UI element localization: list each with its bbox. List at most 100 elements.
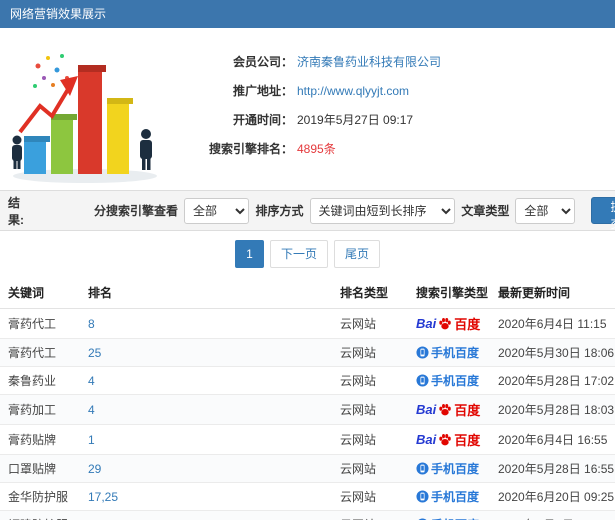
baidu-logo: Bai 百度 <box>416 400 480 419</box>
keyword-cell: 秦鲁药业 <box>0 366 80 395</box>
rank-type-cell: 云网站 <box>332 510 408 520</box>
mobile-baidu-label: 手机百度 <box>431 516 479 520</box>
rank-cell: 25 <box>80 338 332 367</box>
rank-cell: 4 <box>80 394 332 425</box>
keyword-cell: 金华防护服 <box>0 482 80 511</box>
rank-link[interactable]: 8 <box>88 317 95 331</box>
sort-filter-select[interactable]: 关键词由短到长排序 <box>309 197 456 224</box>
rank-cell: 1 <box>80 424 332 455</box>
keyword-cell: 福建防护服 <box>0 510 80 520</box>
member-info: 会员公司： 济南秦鲁药业科技有限公司 推广地址： http://www.qlyy… <box>185 28 615 164</box>
engine-cell: Bai 百度 手机百度 <box>408 510 490 520</box>
mobile-baidu-logo: 手机百度 <box>416 460 479 477</box>
col-rank-type: 排名类型 <box>332 277 408 309</box>
engine-filter-label: 分搜索引擎查看 <box>93 204 178 218</box>
page-current[interactable]: 1 <box>234 240 264 268</box>
submit-button[interactable]: 提交 <box>591 197 615 231</box>
updated-cell: 2020年6月4日 11:15 <box>490 308 615 339</box>
table-row: 膏药代工 25 云网站 Bai 百度 <box>0 338 615 367</box>
phone-icon <box>416 346 429 359</box>
table-row: 金华防护服 17,25 云网站 Bai 百度 <box>0 482 615 511</box>
page-title-bar: 网络营销效果展示 <box>0 0 615 28</box>
col-engine-type: 搜索引擎类型 <box>408 277 490 309</box>
table-row: 福建防护服 10 云网站 Bai 百度 <box>0 510 615 520</box>
mobile-baidu-logo: 手机百度 <box>416 516 479 520</box>
baidu-logo: Bai 百度 <box>416 430 480 449</box>
updated-cell: 2020年6月20日 09:25 <box>490 482 615 511</box>
company-label: 会员公司： <box>232 55 293 69</box>
info-row-url: 推广地址： http://www.qlyyjt.com <box>185 77 615 106</box>
mobile-baidu-label: 手机百度 <box>431 490 480 504</box>
engine-cell: Bai 百度 手机百度 <box>408 482 490 511</box>
article-filter-label: 文章类型 <box>461 204 510 218</box>
table-row: 秦鲁药业 4 云网站 Bai 百度 <box>0 366 615 395</box>
keyword-cell: 膏药代工 <box>0 308 80 339</box>
rank-cell: 17,25 <box>80 482 332 511</box>
table-row: 膏药加工 4 云网站 Bai 百度 2020年5月28日 18:03 <box>0 394 615 425</box>
mobile-baidu-logo: 手机百度 <box>416 344 479 361</box>
keyword-rank-table: 关键词 排名 排名类型 搜索引擎类型 最新更新时间 膏药代工 8 云网站 Bai… <box>0 277 615 520</box>
keyword-cell: 口罩贴牌 <box>0 454 80 483</box>
info-row-engine-rank: 搜索引擎排名： 4895条 <box>185 135 615 164</box>
keyword-cell: 膏药加工 <box>0 394 80 425</box>
rank-link[interactable]: 4 <box>88 374 95 388</box>
rank-type-cell: 云网站 <box>332 338 408 367</box>
engine-rank-count: 4895条 <box>297 142 336 156</box>
table-row: 膏药代工 8 云网站 Bai 百度 2020年6月4日 11:15 <box>0 308 615 339</box>
next-page-button[interactable]: 下一页 <box>269 240 328 268</box>
hero-section: 会员公司： 济南秦鲁药业科技有限公司 推广地址： http://www.qlyy… <box>0 28 615 190</box>
updated-cell: 2020年5月30日 18:06 <box>490 338 615 367</box>
mobile-baidu-label: 手机百度 <box>431 346 480 360</box>
promo-url-link[interactable]: http://www.qlyyjt.com <box>293 77 409 106</box>
table-header-row: 关键词 排名 排名类型 搜索引擎类型 最新更新时间 <box>0 277 615 309</box>
rank-cell: 8 <box>80 308 332 339</box>
table-row: 膏药贴牌 1 云网站 Bai 百度 2020年6月4日 16:55 <box>0 424 615 455</box>
result-label: 结果: <box>8 195 24 227</box>
phone-icon <box>416 462 429 475</box>
rank-link[interactable]: 1 <box>88 433 95 447</box>
page-title: 网络营销效果展示 <box>10 7 107 21</box>
baidu-cn-text: 百度 <box>454 433 481 448</box>
updated-cell: 2020年5月28日 17:02 <box>490 366 615 395</box>
rank-type-cell: 云网站 <box>332 366 408 395</box>
mobile-baidu-label: 手机百度 <box>431 462 480 476</box>
rank-cell: 4 <box>80 366 332 395</box>
article-filter-select[interactable]: 全部 <box>515 197 576 224</box>
baidu-cn-text: 百度 <box>454 403 481 418</box>
updated-cell: 2020年5月28日 16:55 <box>490 454 615 483</box>
bar-chart-clipart-icon <box>12 54 157 183</box>
company-link[interactable]: 济南秦鲁药业科技有限公司 <box>293 48 441 77</box>
engine-cell: Bai 百度 手机百度 <box>408 424 490 455</box>
open-time-value: 2019年5月27日 09:17 <box>297 113 414 127</box>
rank-link[interactable]: 4 <box>88 403 95 417</box>
keyword-cell: 膏药贴牌 <box>0 424 80 455</box>
col-keyword: 关键词 <box>0 277 80 309</box>
rank-type-cell: 云网站 <box>332 454 408 483</box>
baidu-logo: Bai 百度 <box>416 314 480 333</box>
keyword-cell: 膏药代工 <box>0 338 80 367</box>
col-rank: 排名 <box>80 277 332 309</box>
open-time-label: 开通时间： <box>232 113 293 127</box>
last-page-button[interactable]: 尾页 <box>334 240 381 268</box>
engine-cell: Bai 百度 手机百度 <box>408 366 490 395</box>
rank-link[interactable]: 17,25 <box>88 490 118 504</box>
info-row-open-time: 开通时间： 2019年5月27日 09:17 <box>185 106 615 135</box>
baidu-latin-text: Bai <box>416 316 437 331</box>
engine-filter-select[interactable]: 全部 <box>184 197 250 224</box>
filter-bar: 结果: 分搜索引擎查看 全部 排序方式 关键词由短到长排序 文章类型 全部 提交 <box>0 190 615 231</box>
baidu-cn-text: 百度 <box>454 317 481 332</box>
chart-illustration <box>0 28 185 188</box>
mobile-baidu-logo: 手机百度 <box>416 488 479 505</box>
rank-type-cell: 云网站 <box>332 482 408 511</box>
pagination: 1 下一页 尾页 <box>0 231 615 277</box>
info-row-company: 会员公司： 济南秦鲁药业科技有限公司 <box>185 48 615 77</box>
engine-cell: Bai 百度 手机百度 <box>408 454 490 483</box>
rank-type-cell: 云网站 <box>332 308 408 339</box>
rank-type-cell: 云网站 <box>332 394 408 425</box>
rank-type-cell: 云网站 <box>332 424 408 455</box>
rank-link[interactable]: 25 <box>88 346 101 360</box>
phone-icon <box>416 374 429 387</box>
rank-link[interactable]: 29 <box>88 462 101 476</box>
engine-cell: Bai 百度 手机百度 <box>408 394 490 425</box>
col-updated: 最新更新时间 <box>490 277 615 309</box>
